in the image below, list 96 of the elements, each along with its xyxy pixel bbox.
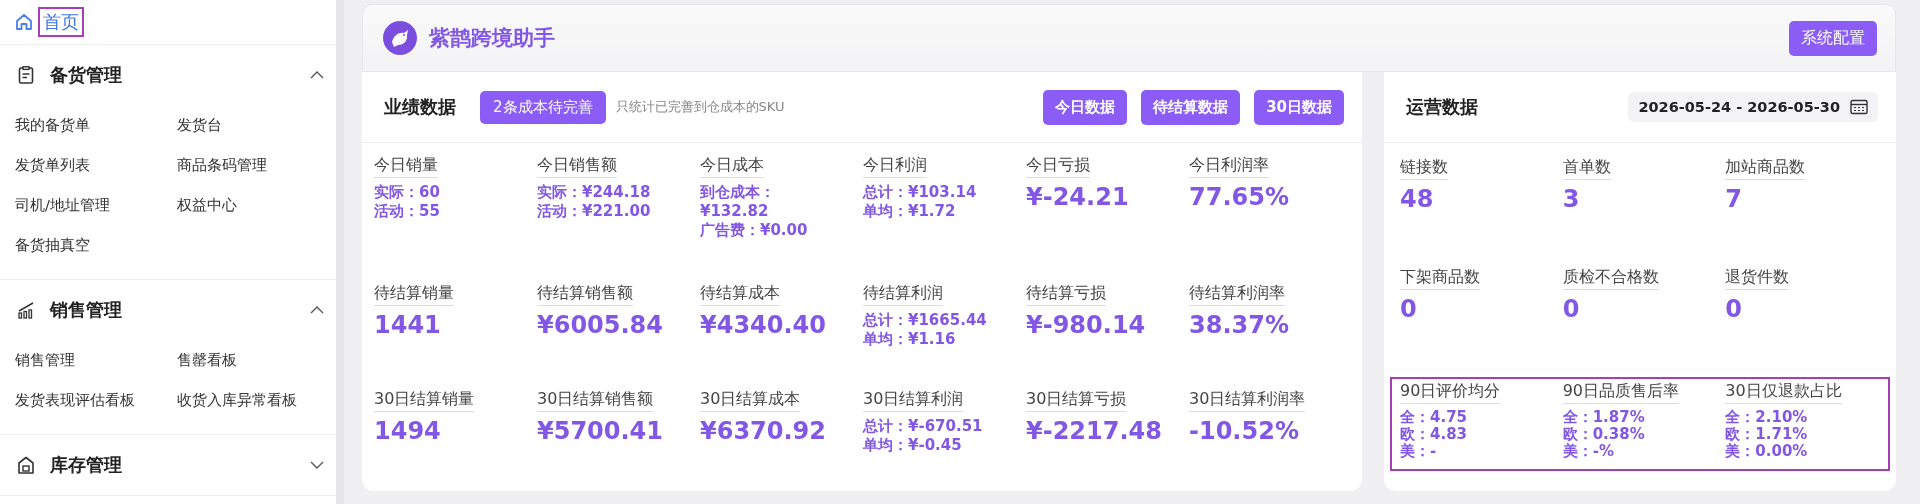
metric-label: 今日利润率 <box>1189 155 1269 178</box>
metric-value: ¥6370.92 <box>700 417 826 445</box>
sidebar-item[interactable]: 发货台 <box>177 105 339 145</box>
metric-label: 30日仅退款占比 <box>1725 381 1842 404</box>
metric-value: 48 <box>1400 185 1434 213</box>
metric-label: 30日结算销售额 <box>537 389 654 412</box>
metric-label: 加站商品数 <box>1725 157 1806 180</box>
metric-value: 0 <box>1725 295 1743 323</box>
metric-line: 单均：¥-0.45 <box>863 436 962 455</box>
metric-label: 30日结算利润 <box>863 389 964 412</box>
metric-value: 3 <box>1562 185 1580 213</box>
metric-line: 实际：60 <box>374 183 440 202</box>
home-icon <box>14 12 34 32</box>
pending-cost-button[interactable]: 2条成本待完善 <box>480 90 606 124</box>
metric-line: 总计：¥103.14 <box>863 183 977 202</box>
metric-label: 待结算成本 <box>700 283 780 306</box>
card-title: 业绩数据 <box>384 95 456 119</box>
metric-label: 待结算销售额 <box>537 283 633 306</box>
sidebar-section-header[interactable]: 销售管理 <box>0 280 336 340</box>
metric-line: 全：2.10% <box>1725 409 1808 426</box>
metric-label: 30日结算利润率 <box>1189 389 1306 412</box>
metric-value: ¥-2217.48 <box>1026 417 1162 445</box>
metric-line: 总计：¥-670.51 <box>863 417 983 436</box>
metric-label: 链接数 <box>1400 157 1448 180</box>
metric-line: 美：- <box>1400 443 1437 460</box>
metric-label: 30日结算销量 <box>374 389 475 412</box>
clipboard-icon <box>16 65 36 85</box>
metric-line: 总计：¥1665.44 <box>863 311 987 330</box>
metric-line: 美：0.00% <box>1725 443 1808 460</box>
metric-value: ¥-24.21 <box>1026 183 1129 211</box>
sidebar-section-header[interactable]: 备货管理 <box>0 45 336 105</box>
calendar-icon <box>1850 99 1868 115</box>
metric-label: 30日结算亏损 <box>1026 389 1127 412</box>
card-title: 运营数据 <box>1406 95 1478 119</box>
data-range-button[interactable]: 30日数据 <box>1254 89 1344 125</box>
metric-label: 今日利润 <box>863 155 927 178</box>
metric-label: 待结算亏损 <box>1026 283 1106 306</box>
metric-value: 38.37% <box>1189 311 1289 339</box>
metric-label: 下架商品数 <box>1400 267 1480 290</box>
date-range-picker[interactable]: 2026-05-24 - 2026-05-30 <box>1628 92 1878 122</box>
sidebar-item[interactable]: 发货单列表 <box>15 145 177 185</box>
metric-value: -10.52% <box>1189 417 1299 445</box>
metric-line: 美：-% <box>1562 443 1614 460</box>
note-text: 只统计已完善到仓成本的SKU <box>615 98 785 116</box>
metric-label: 待结算销量 <box>374 283 454 306</box>
metric-value: ¥5700.41 <box>537 417 663 445</box>
metric-label: 退货件数 <box>1725 267 1790 290</box>
metric-line: 单均：¥1.16 <box>863 330 956 349</box>
metric-label: 30日结算成本 <box>700 389 801 412</box>
metric-label: 90日品质售后率 <box>1562 381 1679 404</box>
metric-value: 1441 <box>374 311 441 339</box>
metric-value: ¥4340.40 <box>700 311 826 339</box>
metric-label: 90日评价均分 <box>1400 381 1501 404</box>
sidebar-item[interactable]: 商品条码管理 <box>177 145 339 185</box>
metric-label: 待结算利润率 <box>1189 283 1285 306</box>
metric-label: 今日成本 <box>700 155 764 178</box>
metric-line: 活动：¥221.00 <box>537 202 651 221</box>
data-range-button[interactable]: 今日数据 <box>1043 89 1128 125</box>
metric-line: 全：1.87% <box>1562 409 1645 426</box>
metric-value: ¥-980.14 <box>1026 311 1146 339</box>
metric-value: 77.65% <box>1189 183 1289 211</box>
metric-label: 今日销量 <box>374 155 438 178</box>
metric-line: 欧：1.71% <box>1725 426 1808 443</box>
bar-chart-icon <box>16 300 36 320</box>
sidebar-item[interactable]: 发货表现评估看板 <box>15 380 177 420</box>
app-title: 紫鹊跨境助手 <box>429 25 556 52</box>
metric-line: 活动：55 <box>374 202 440 221</box>
metric-value: ¥6005.84 <box>537 311 663 339</box>
system-config-button[interactable]: 系统配置 <box>1789 20 1877 56</box>
sidebar-item[interactable]: 我的备货单 <box>15 105 177 145</box>
sidebar-item[interactable]: 权益中心 <box>177 185 339 225</box>
metric-value: 0 <box>1400 295 1417 323</box>
metric-value: 1494 <box>374 417 441 445</box>
metric-value: 7 <box>1725 185 1743 213</box>
metric-line: 欧：4.83 <box>1400 426 1467 443</box>
home-link[interactable]: 首页 <box>38 7 84 37</box>
metric-label: 首单数 <box>1562 157 1611 180</box>
metric-line: 广告费：¥0.00 <box>700 221 808 240</box>
sidebar-item[interactable]: 售罄看板 <box>177 340 339 380</box>
house-icon <box>16 455 36 475</box>
sidebar-item[interactable]: 备货抽真空 <box>15 225 177 265</box>
metric-line: 全：4.75 <box>1400 409 1467 426</box>
sidebar-item[interactable]: 销售管理 <box>15 340 177 380</box>
metric-label: 质检不合格数 <box>1562 267 1659 290</box>
metric-value: 0 <box>1562 295 1580 323</box>
metric-line: 实际：¥244.18 <box>537 183 651 202</box>
metric-line: 到仓成本：¥132.82 <box>700 183 776 221</box>
metric-label: 今日销售额 <box>537 155 617 178</box>
sidebar-item[interactable]: 收货入库异常看板 <box>177 380 339 420</box>
sidebar-item[interactable]: 司机/地址管理 <box>15 185 177 225</box>
metric-line: 欧：0.38% <box>1562 426 1645 443</box>
metric-label: 今日亏损 <box>1026 155 1090 178</box>
metric-label: 待结算利润 <box>863 283 943 306</box>
sidebar-section-header[interactable]: 库存管理 <box>0 435 336 495</box>
data-range-button[interactable]: 待结算数据 <box>1141 89 1241 125</box>
metric-line: 单均：¥1.72 <box>863 202 956 221</box>
